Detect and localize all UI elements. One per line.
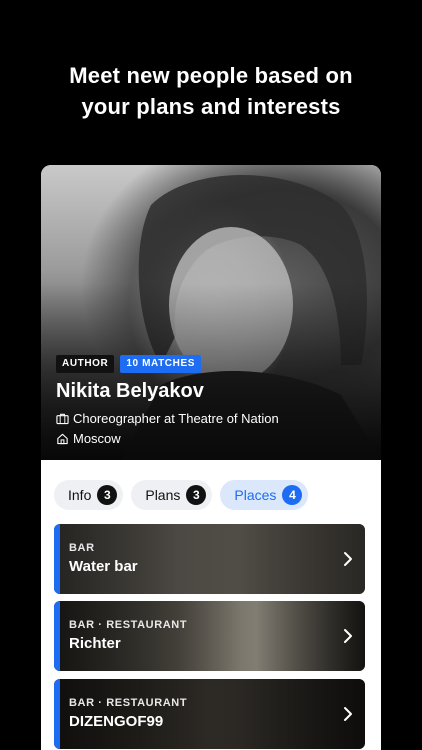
place-category: BAR · RESTAURANT — [69, 697, 188, 709]
tab-plans[interactable]: Plans 3 — [131, 480, 213, 510]
home-icon — [57, 433, 68, 445]
profile-tabs: Info 3 Plans 3 Places 4 — [54, 480, 309, 510]
tab-plans-count: 3 — [186, 485, 207, 505]
place-name: DIZENGOF99 — [69, 713, 164, 730]
tab-places[interactable]: Places 4 — [220, 480, 309, 510]
author-badge: AUTHOR — [56, 355, 115, 373]
place-card-richter[interactable]: BAR · RESTAURANT Richter — [54, 601, 365, 671]
place-card-dizengof99[interactable]: BAR · RESTAURANT DIZENGOF99 — [54, 679, 365, 749]
place-card-water-bar[interactable]: BAR Water bar — [54, 524, 365, 594]
profile-card: AUTHOR 10 MATCHES Nikita Belyakov Choreo… — [41, 165, 381, 750]
occupation-row: Choreographer at Theatre of Nation — [56, 411, 279, 426]
chevron-right-icon — [344, 552, 352, 566]
headline-line-1: Meet new people based on — [69, 63, 353, 88]
chevron-right-icon — [344, 707, 352, 721]
place-accent-bar — [54, 601, 60, 671]
tab-plans-label: Plans — [145, 487, 181, 503]
profile-name: Nikita Belyakov — [56, 380, 204, 402]
briefcase-icon — [56, 413, 69, 425]
place-category: BAR — [69, 542, 95, 554]
tab-info-count: 3 — [97, 485, 118, 505]
chevron-right-icon — [344, 629, 352, 643]
place-name: Richter — [69, 635, 121, 652]
tab-places-label: Places — [234, 487, 277, 503]
city-text: Moscow — [73, 431, 121, 446]
profile-photo: AUTHOR 10 MATCHES Nikita Belyakov Choreo… — [41, 165, 381, 460]
tab-places-count: 4 — [282, 485, 303, 505]
place-accent-bar — [54, 524, 60, 594]
place-accent-bar — [54, 679, 60, 749]
place-category: BAR · RESTAURANT — [69, 619, 188, 631]
city-row: Moscow — [56, 431, 121, 446]
headline-line-2: your plans and interests — [81, 94, 341, 119]
tab-info-label: Info — [68, 487, 92, 503]
headline: Meet new people based on your plans and … — [0, 60, 422, 122]
occupation-text: Choreographer at Theatre of Nation — [73, 411, 279, 426]
place-name: Water bar — [69, 558, 138, 575]
badge-row: AUTHOR 10 MATCHES — [56, 355, 201, 373]
tab-info[interactable]: Info 3 — [54, 480, 124, 510]
matches-badge[interactable]: 10 MATCHES — [120, 355, 201, 373]
